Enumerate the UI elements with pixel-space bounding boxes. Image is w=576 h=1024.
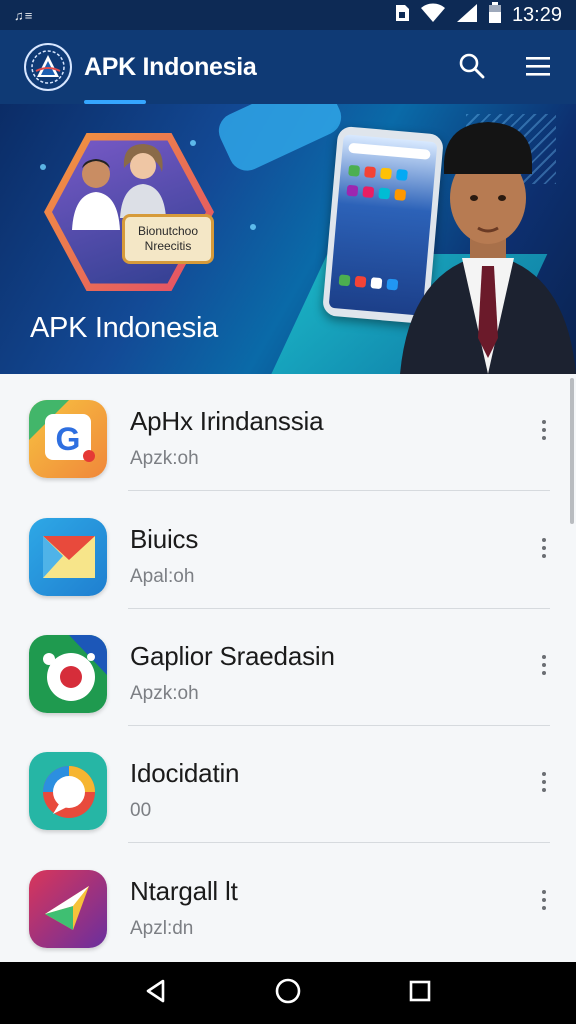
record-app-icon xyxy=(29,635,107,713)
app-name: ApHx Irindanssia xyxy=(130,406,324,436)
more-options-button[interactable] xyxy=(532,645,556,685)
list-item[interactable]: G ApHx Irindanssia Apzk:oh xyxy=(0,374,576,491)
badge-illustration: Bionutchoo Nreecitis xyxy=(44,128,214,296)
app-title: APK Indonesia xyxy=(84,52,257,81)
clock: 13:29 xyxy=(511,3,562,26)
sim-icon xyxy=(394,4,410,27)
decorative-shape xyxy=(212,104,348,177)
list-item[interactable]: Ntargall lt Apzl:dn xyxy=(0,844,576,961)
home-button[interactable] xyxy=(263,968,313,1018)
g-app-icon: G xyxy=(29,400,107,478)
menu-icon xyxy=(525,55,551,82)
battery-icon xyxy=(488,1,502,29)
more-options-button[interactable] xyxy=(532,410,556,450)
sparkle xyxy=(250,224,256,230)
app-subtitle: Apzl:dn xyxy=(130,918,194,939)
status-bar: ♫≡ 13:29 xyxy=(0,0,576,30)
back-icon xyxy=(143,978,169,1009)
recents-icon xyxy=(408,979,432,1008)
status-icons: 13:29 xyxy=(394,1,562,29)
badge-label-line: Nreecitis xyxy=(144,239,192,253)
home-icon xyxy=(274,977,302,1010)
badge-label: Bionutchoo Nreecitis xyxy=(122,214,214,264)
notification-icons: ♫≡ xyxy=(14,7,34,23)
app-subtitle: Apal:oh xyxy=(130,566,195,587)
app-subtitle: 00 xyxy=(130,800,152,821)
banner-title: APK Indonesia xyxy=(30,312,218,344)
chat-app-icon xyxy=(29,752,107,830)
back-button[interactable] xyxy=(131,968,181,1018)
play-app-icon xyxy=(29,870,107,948)
app-name: Idocidatin xyxy=(130,758,240,788)
recents-button[interactable] xyxy=(395,968,445,1018)
list-item[interactable]: Gaplior Sraedasin Apzk:oh xyxy=(0,609,576,726)
person-illustration xyxy=(120,144,166,218)
more-options-button[interactable] xyxy=(532,762,556,802)
app-name: Biuics xyxy=(130,524,199,554)
logo-icon xyxy=(24,43,72,91)
app-subtitle: Apzk:oh xyxy=(130,448,199,469)
signal-icon xyxy=(456,3,478,28)
envelope-app-icon xyxy=(29,518,107,596)
app-bar: APK Indonesia xyxy=(0,30,576,104)
app-list: G ApHx Irindanssia Apzk:oh Biuics Apal:o… xyxy=(0,374,576,962)
divider xyxy=(128,842,550,843)
search-button[interactable] xyxy=(452,48,492,88)
system-nav-bar xyxy=(0,962,576,1024)
app-name: Ntargall lt xyxy=(130,876,238,906)
more-options-button[interactable] xyxy=(532,528,556,568)
more-options-button[interactable] xyxy=(532,880,556,920)
search-icon xyxy=(458,52,486,85)
app-name: Gaplior Sraedasin xyxy=(130,641,335,671)
wifi-icon xyxy=(420,3,446,28)
list-item[interactable]: Biuics Apal:oh xyxy=(0,492,576,609)
menu-button[interactable] xyxy=(518,48,558,88)
badge-label-line: Bionutchoo xyxy=(137,224,199,238)
app-subtitle: Apzk:oh xyxy=(130,683,199,704)
divider xyxy=(128,490,550,491)
scrollbar[interactable] xyxy=(570,378,574,524)
man-illustration xyxy=(400,122,576,374)
list-item[interactable]: Idocidatin 00 xyxy=(0,726,576,843)
promo-banner[interactable]: Bionutchoo Nreecitis APK Indonesia xyxy=(0,104,576,374)
svg-text:G: G xyxy=(56,421,81,457)
